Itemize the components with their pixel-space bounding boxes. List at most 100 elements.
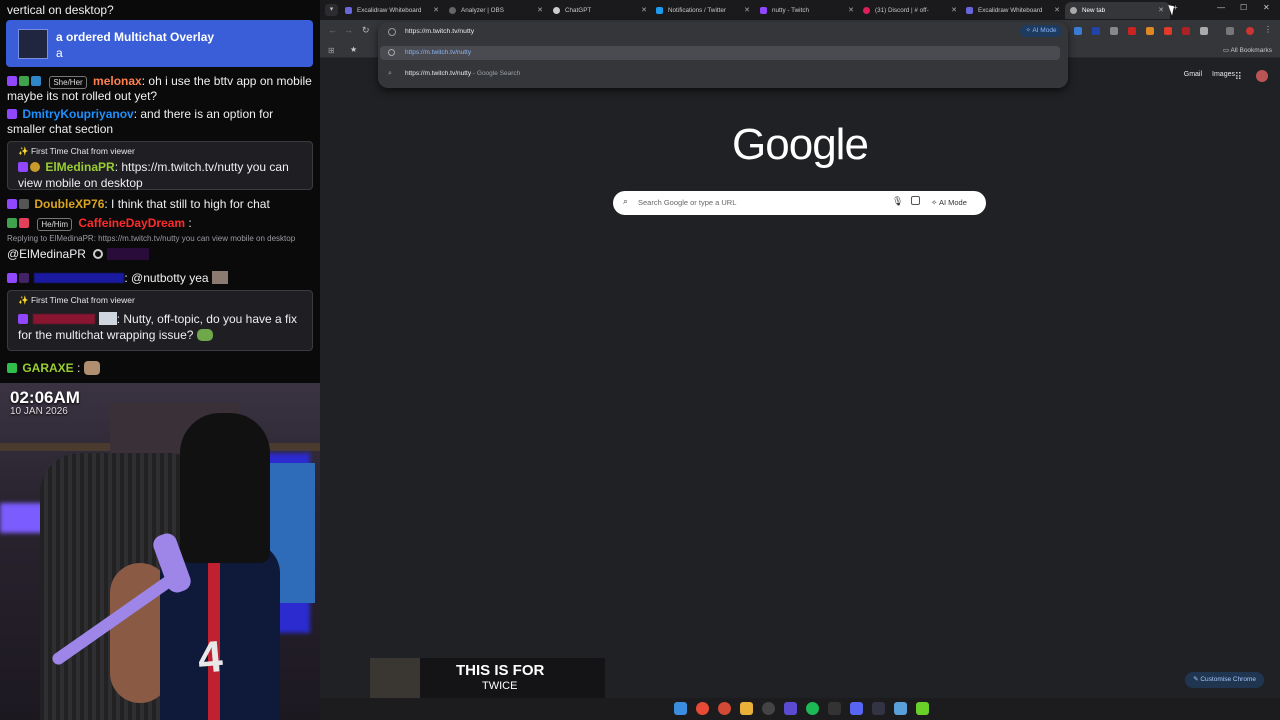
app-icon[interactable] — [872, 702, 885, 715]
caption-line-1: THIS IS FOR — [456, 662, 545, 679]
windows-start-icon[interactable] — [674, 702, 687, 715]
extension-icon[interactable] — [1128, 27, 1136, 35]
menu-kebab-icon[interactable]: ⋮ — [1264, 25, 1272, 34]
first-time-chat-card: ✨ First Time Chat from viewer ElMedinaPR… — [7, 141, 313, 190]
tab-obs[interactable]: Analyzer | OBS ✕ — [444, 2, 549, 19]
app-icon[interactable] — [784, 702, 797, 715]
reply-note: Replying to ElMedinaPR: https://m.twitch… — [7, 234, 296, 243]
chat-username[interactable]: CaffeineDayDream — [78, 216, 185, 230]
search-box[interactable]: ⌕ Search Google or type a URL 🎙 ✧ AI Mod… — [613, 191, 986, 215]
streamer-hair — [180, 413, 270, 563]
chat-username-redacted[interactable] — [34, 273, 125, 283]
extension-icon[interactable] — [1164, 27, 1172, 35]
maximize-icon[interactable]: ☐ — [1240, 3, 1247, 12]
chat-text: : — [73, 361, 81, 375]
cat-emote-icon — [83, 361, 100, 375]
profile-avatar[interactable] — [1256, 70, 1268, 82]
twitter-icon — [656, 7, 663, 14]
extension-icon[interactable] — [1146, 27, 1154, 35]
tab-search-button[interactable]: ▾ — [325, 4, 338, 16]
site-info-icon[interactable] — [388, 28, 396, 36]
emote-icon — [98, 312, 117, 325]
customise-chrome-button[interactable]: ✎ Customise Chrome — [1185, 672, 1264, 688]
stream-caption: THIS IS FOR TWICE — [370, 658, 605, 698]
tab-close-icon[interactable]: ✕ — [951, 2, 957, 19]
tab-close-icon[interactable]: ✕ — [744, 2, 750, 19]
extensions-puzzle-icon[interactable] — [1200, 27, 1208, 35]
app-icon[interactable] — [916, 702, 929, 715]
twitch-icon — [760, 7, 767, 14]
chat-username[interactable]: GARAXE — [22, 361, 73, 375]
extension-icon[interactable] — [1074, 27, 1082, 35]
caption-line-2: TWICE — [482, 680, 518, 692]
omnibox-suggestion-url[interactable]: https://m.twitch.tv/nutty — [380, 46, 1060, 60]
close-window-icon[interactable]: ✕ — [1263, 3, 1270, 12]
chrome-window: ▾ Excalidraw Whiteboard ✕ Analyzer | OBS ✕… — [320, 0, 1280, 698]
omnibox-ai-mode-button[interactable]: ✧ AI Mode — [1020, 25, 1062, 37]
emote-icon — [196, 329, 213, 341]
tab-close-icon[interactable]: ✕ — [1054, 2, 1060, 19]
images-link[interactable]: Images — [1212, 71, 1235, 78]
tab-twitter[interactable]: Notifications / Twitter ✕ — [651, 2, 756, 19]
chat-message: DmitryKoupriyanov: and there is an optio… — [7, 107, 314, 137]
tab-close-icon[interactable]: ✕ — [1158, 2, 1164, 19]
reload-icon[interactable]: ↻ — [362, 25, 370, 36]
back-icon[interactable]: ← — [328, 25, 337, 35]
tab-excalidraw-2[interactable]: Excalidraw Whiteboard ✕ — [961, 2, 1066, 19]
chat-username-redacted[interactable] — [33, 314, 96, 324]
star-bookmark-icon[interactable]: ★ — [350, 45, 357, 54]
extension-icon[interactable] — [1226, 27, 1234, 35]
minimize-icon[interactable]: — — [1217, 3, 1225, 12]
discord-icon[interactable] — [850, 702, 863, 715]
photos-icon[interactable] — [894, 702, 907, 715]
search-ai-mode-button[interactable]: ✧ AI Mode — [931, 198, 967, 207]
profile-avatar[interactable] — [1246, 27, 1254, 35]
all-bookmarks-button[interactable]: ▭ All Bookmarks — [1223, 46, 1272, 54]
chat-username[interactable]: DoubleXP76 — [34, 197, 104, 211]
address-bar[interactable]: https://m.twitch.tv/nutty — [405, 28, 474, 35]
chrome-icon — [1070, 7, 1077, 14]
jersey-number: 4 — [195, 632, 225, 683]
chat-mention: @ElMedinaPR — [7, 247, 314, 262]
sub-badge-icon — [7, 199, 17, 209]
forward-icon[interactable]: → — [344, 25, 353, 35]
chrome-icon[interactable] — [718, 702, 731, 715]
file-explorer-icon[interactable] — [740, 702, 753, 715]
obs-icon[interactable] — [762, 702, 775, 715]
tab-twitch[interactable]: nutty - Twitch ✕ — [755, 2, 860, 19]
tab-close-icon[interactable]: ✕ — [641, 2, 647, 19]
bits-badge-icon — [31, 76, 41, 86]
chat-message: DoubleXP76: I think that still to high f… — [7, 197, 314, 212]
tab-chatgpt[interactable]: ChatGPT ✕ — [548, 2, 653, 19]
extension-icon[interactable] — [1110, 27, 1118, 35]
apps-grid-icon[interactable]: ⊞ — [328, 46, 335, 55]
sub-badge-icon — [18, 314, 28, 324]
tab-strip: ▾ Excalidraw Whiteboard ✕ Analyzer | OBS ✕… — [320, 0, 1280, 20]
google-apps-icon[interactable]: ⠿ — [1235, 72, 1242, 83]
gmail-link[interactable]: Gmail — [1184, 71, 1202, 78]
tab-close-icon[interactable]: ✕ — [537, 2, 543, 19]
omnibox-dropdown[interactable]: https://m.twitch.tv/nutty https://m.twit… — [378, 22, 1068, 88]
chat-username[interactable]: ElMedinaPR — [45, 160, 114, 174]
omnibox-suggestion-search[interactable]: https://m.twitch.tv/nutty - Google Searc… — [405, 70, 520, 77]
spotify-icon[interactable] — [806, 702, 819, 715]
globe-icon — [388, 49, 395, 56]
chrome-icon[interactable] — [696, 702, 709, 715]
voice-search-icon[interactable]: 🎙 — [892, 196, 903, 207]
chat-username[interactable]: DmitryKoupriyanov — [22, 107, 133, 121]
emote-icon — [106, 248, 149, 260]
screen: vertical on desktop? a ordered Multichat… — [0, 0, 1280, 720]
tab-new-tab[interactable]: New tab ✕ — [1065, 2, 1170, 19]
app-icon[interactable] — [828, 702, 841, 715]
tab-close-icon[interactable]: ✕ — [433, 2, 439, 19]
tab-discord[interactable]: (31) Discord | # off- ✕ — [858, 2, 963, 19]
tab-excalidraw[interactable]: Excalidraw Whiteboard ✕ — [340, 2, 445, 19]
extension-icon[interactable] — [1092, 27, 1100, 35]
google-lens-icon[interactable] — [911, 196, 920, 205]
pronoun-pill: She/Her — [49, 76, 87, 89]
clip-badge-icon — [30, 162, 40, 172]
chat-username[interactable]: melonax — [93, 74, 142, 88]
tab-close-icon[interactable]: ✕ — [848, 2, 854, 19]
extension-icon[interactable] — [1182, 27, 1190, 35]
chat-text: : — [185, 216, 192, 230]
